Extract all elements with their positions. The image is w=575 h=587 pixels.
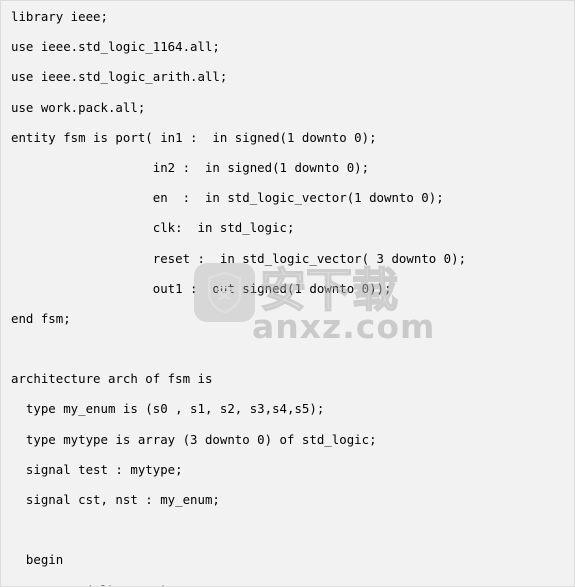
code-line: entity fsm is port( in1 : in signed(1 do… [11,129,377,145]
code-line: en : in std_logic_vector(1 downto 0); [11,190,444,206]
code-line: signal cst, nst : my_enum; [11,492,220,507]
code-line: use ieee.std_logic_1164.all; [11,39,220,55]
code-line: signal test : mytype; [11,461,183,477]
code-line: type mytype is array (3 downto 0) of std… [11,431,377,447]
code-line: process(clk,reset) [11,583,574,586]
code-line: end fsm; [11,310,71,326]
code-line: architecture arch of fsm is [11,371,213,387]
code-line: out1 : out signed(1 downto 0)); [11,280,392,296]
code-line: use ieee.std_logic_arith.all; [11,69,228,85]
code-line: reset : in std_logic_vector( 3 downto 0)… [11,250,467,266]
code-line: begin [11,552,64,568]
code-line: library ieee; [11,9,108,24]
code-line: use work.pack.all; [11,99,146,115]
code-line: in2 : in signed(1 downto 0); [11,159,370,175]
vhdl-source-code: library ieee; use ieee.std_logic_1164.al… [1,1,574,586]
code-listing-page: library ieee; use ieee.std_logic_1164.al… [0,0,575,587]
code-line: type my_enum is (s0 , s1, s2, s3,s4,s5); [11,401,325,417]
code-line: clk: in std_logic; [11,220,295,236]
